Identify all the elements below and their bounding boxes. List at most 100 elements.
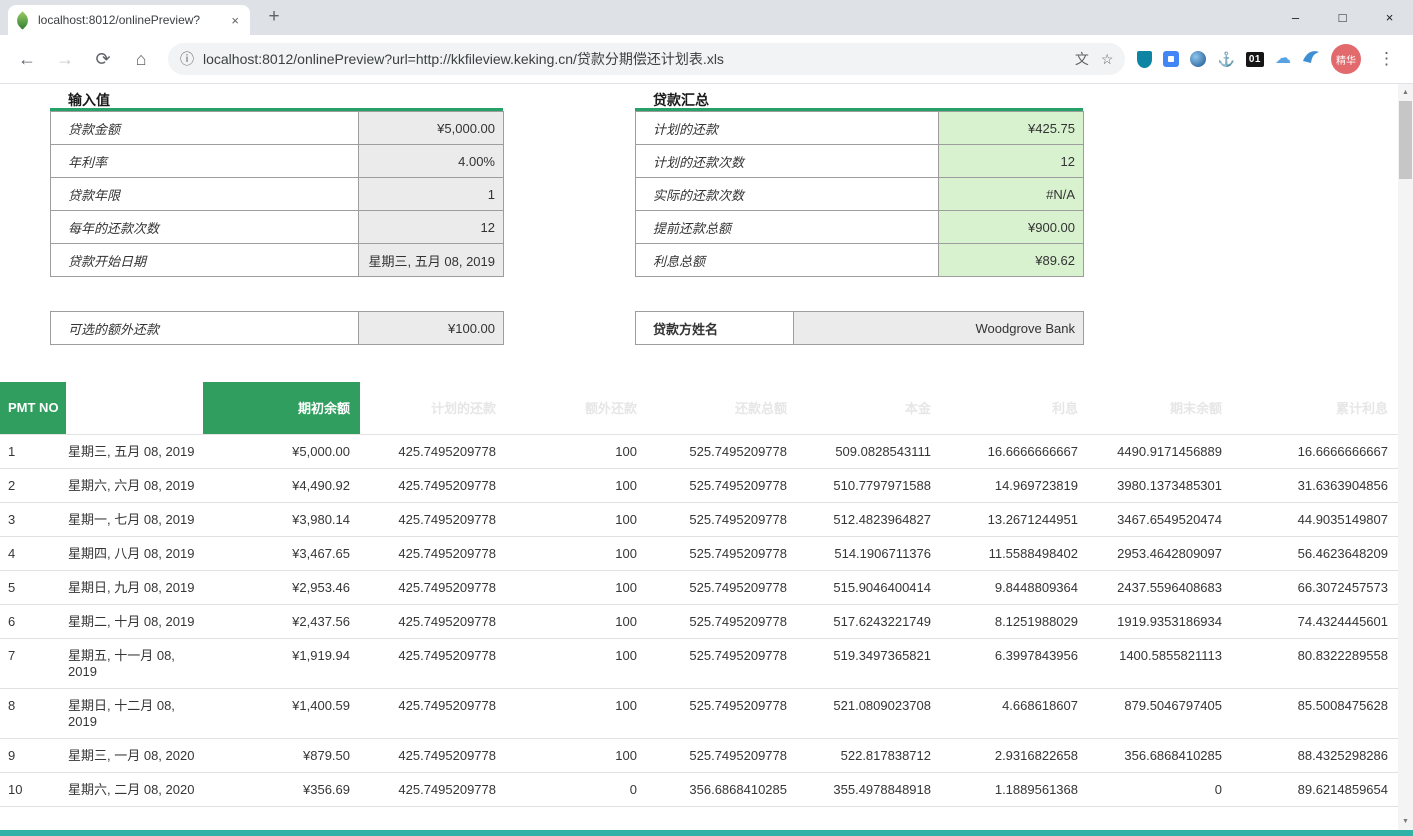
schedule-cell: 88.4325298286 bbox=[1232, 738, 1398, 772]
schedule-cell: 13.2671244951 bbox=[941, 502, 1088, 536]
schedule-cell: 10 bbox=[0, 772, 66, 806]
schedule-cell: 8.1251988029 bbox=[941, 604, 1088, 638]
schedule-cell: 100 bbox=[506, 604, 647, 638]
lender-table: 贷款方姓名 Woodgrove Bank bbox=[635, 311, 1084, 345]
excel-preview-content: 输入值 贷款金额 ¥5,000.00 年利率 4.00% 贷款年限 1 每年的还… bbox=[0, 84, 1413, 830]
translate-icon[interactable]: 文 bbox=[1075, 49, 1089, 69]
schedule-cell: 100 bbox=[506, 536, 647, 570]
url-bar[interactable]: ⓘ localhost:8012/onlinePreview?url=http:… bbox=[168, 43, 1125, 75]
browser-tab[interactable]: localhost:8012/onlinePreview? × bbox=[8, 5, 250, 35]
schedule-cell: 2 bbox=[0, 468, 66, 502]
browser-titlebar: localhost:8012/onlinePreview? × + – □ × bbox=[0, 0, 1413, 35]
schedule-cell: 星期一, 七月 08, 2019 bbox=[66, 502, 203, 536]
schedule-header-4: 额外还款 bbox=[506, 382, 647, 434]
schedule-cell: 4490.9171456889 bbox=[1088, 434, 1232, 468]
bookmark-star-icon[interactable]: ☆ bbox=[1101, 51, 1114, 68]
summary-value: ¥89.62 bbox=[939, 244, 1084, 277]
close-button[interactable]: × bbox=[1366, 0, 1413, 35]
table-row: 3星期一, 七月 08, 2019¥3,980.14425.7495209778… bbox=[0, 502, 1398, 536]
summary-label: 计划的还款次数 bbox=[636, 145, 939, 178]
summary-value: 12 bbox=[939, 145, 1084, 178]
schedule-cell: 2953.4642809097 bbox=[1088, 536, 1232, 570]
badge-01-extension-icon[interactable]: 01 bbox=[1246, 52, 1264, 67]
summary-label: 实际的还款次数 bbox=[636, 178, 939, 211]
schedule-cell: 85.5008475628 bbox=[1232, 688, 1398, 738]
home-icon[interactable]: ⌂ bbox=[126, 44, 156, 74]
table-row: 每年的还款次数 12 bbox=[51, 211, 504, 244]
schedule-cell: 0 bbox=[1088, 772, 1232, 806]
table-row: 计划的还款次数 12 bbox=[636, 145, 1084, 178]
schedule-cell: 100 bbox=[506, 468, 647, 502]
back-icon[interactable]: ← bbox=[12, 44, 42, 74]
schedule-cell: 1.1889561368 bbox=[941, 772, 1088, 806]
schedule-header-7: 利息 bbox=[941, 382, 1088, 434]
forward-icon[interactable]: → bbox=[50, 44, 80, 74]
window-controls: – □ × bbox=[1272, 0, 1413, 35]
lender-value: Woodgrove Bank bbox=[794, 312, 1084, 345]
input-label: 贷款开始日期 bbox=[51, 244, 359, 277]
schedule-cell: 525.7495209778 bbox=[647, 688, 797, 738]
extra-payment-table: 可选的额外还款 ¥100.00 bbox=[50, 311, 504, 345]
url-text[interactable]: localhost:8012/onlinePreview?url=http://… bbox=[203, 49, 1063, 69]
schedule-cell: 425.7495209778 bbox=[360, 434, 506, 468]
schedule-cell: 6 bbox=[0, 604, 66, 638]
scrollbar-thumb[interactable] bbox=[1399, 101, 1412, 179]
schedule-cell: 星期三, 一月 08, 2020 bbox=[66, 738, 203, 772]
vertical-scrollbar[interactable]: ▲ ▼ bbox=[1398, 84, 1413, 830]
input-label: 可选的额外还款 bbox=[51, 312, 359, 345]
schedule-header-0: PMT NO bbox=[0, 382, 66, 434]
schedule-cell: 星期六, 六月 08, 2019 bbox=[66, 468, 203, 502]
kkfileview-favicon-leaf-icon bbox=[13, 11, 31, 29]
schedule-cell: 425.7495209778 bbox=[360, 570, 506, 604]
schedule-cell: 525.7495209778 bbox=[647, 502, 797, 536]
table-row: 年利率 4.00% bbox=[51, 145, 504, 178]
schedule-cell: 星期五, 十一月 08, 2019 bbox=[66, 638, 203, 688]
schedule-cell: 星期六, 二月 08, 2020 bbox=[66, 772, 203, 806]
page-info-icon[interactable]: ⓘ bbox=[180, 49, 194, 69]
scroll-up-icon[interactable]: ▲ bbox=[1398, 84, 1413, 101]
table-row: 贷款年限 1 bbox=[51, 178, 504, 211]
table-row: 5星期日, 九月 08, 2019¥2,953.46425.7495209778… bbox=[0, 570, 1398, 604]
schedule-cell: 9.8448809364 bbox=[941, 570, 1088, 604]
browser-navbar: ← → ⟳ ⌂ ⓘ localhost:8012/onlinePreview?u… bbox=[0, 35, 1413, 84]
schedule-cell: 6.3997843956 bbox=[941, 638, 1088, 688]
scroll-down-icon[interactable]: ▼ bbox=[1398, 813, 1413, 830]
blue-square-extension-icon[interactable] bbox=[1163, 51, 1179, 67]
input-label: 贷款金额 bbox=[51, 112, 359, 145]
schedule-cell: 512.4823964827 bbox=[797, 502, 941, 536]
schedule-cell: 2.9316822658 bbox=[941, 738, 1088, 772]
schedule-cell: 100 bbox=[506, 570, 647, 604]
schedule-cell: 515.9046400414 bbox=[797, 570, 941, 604]
schedule-cell: 66.3072457573 bbox=[1232, 570, 1398, 604]
schedule-cell: 100 bbox=[506, 502, 647, 536]
schedule-cell: 44.9035149807 bbox=[1232, 502, 1398, 536]
table-row: 7星期五, 十一月 08, 2019¥1,919.94425.749520977… bbox=[0, 638, 1398, 688]
schedule-cell: 525.7495209778 bbox=[647, 738, 797, 772]
maximize-button[interactable]: □ bbox=[1319, 0, 1366, 35]
schedule-cell: 星期三, 五月 08, 2019 bbox=[66, 434, 203, 468]
sheet-area: 输入值 贷款金额 ¥5,000.00 年利率 4.00% 贷款年限 1 每年的还… bbox=[0, 84, 1398, 830]
circle-extension-icon[interactable] bbox=[1190, 51, 1206, 67]
schedule-cell: 100 bbox=[506, 688, 647, 738]
profile-avatar[interactable]: 精华 bbox=[1331, 44, 1361, 74]
bird-extension-icon[interactable] bbox=[1302, 49, 1320, 70]
input-value: 12 bbox=[359, 211, 504, 244]
schedule-cell: 16.6666666667 bbox=[941, 434, 1088, 468]
refresh-icon[interactable]: ⟳ bbox=[88, 44, 118, 74]
browser-menu-icon[interactable]: ⋮ bbox=[1372, 49, 1401, 69]
minimize-button[interactable]: – bbox=[1272, 0, 1319, 35]
anchor-extension-icon[interactable]: ⚓ bbox=[1217, 51, 1234, 68]
schedule-cell: ¥4,490.92 bbox=[203, 468, 360, 502]
schedule-cell: 1 bbox=[0, 434, 66, 468]
schedule-cell: 509.0828543111 bbox=[797, 434, 941, 468]
shield-extension-icon[interactable] bbox=[1137, 51, 1152, 68]
schedule-cell: 425.7495209778 bbox=[360, 638, 506, 688]
tab-close-icon[interactable]: × bbox=[228, 13, 242, 28]
cloud-extension-icon[interactable]: ☁ bbox=[1275, 51, 1291, 67]
schedule-cell: 425.7495209778 bbox=[360, 738, 506, 772]
schedule-cell: ¥3,980.14 bbox=[203, 502, 360, 536]
schedule-cell: 3 bbox=[0, 502, 66, 536]
table-row: 10星期六, 二月 08, 2020¥356.69425.74952097780… bbox=[0, 772, 1398, 806]
new-tab-button[interactable]: + bbox=[260, 4, 288, 32]
schedule-cell: ¥1,400.59 bbox=[203, 688, 360, 738]
